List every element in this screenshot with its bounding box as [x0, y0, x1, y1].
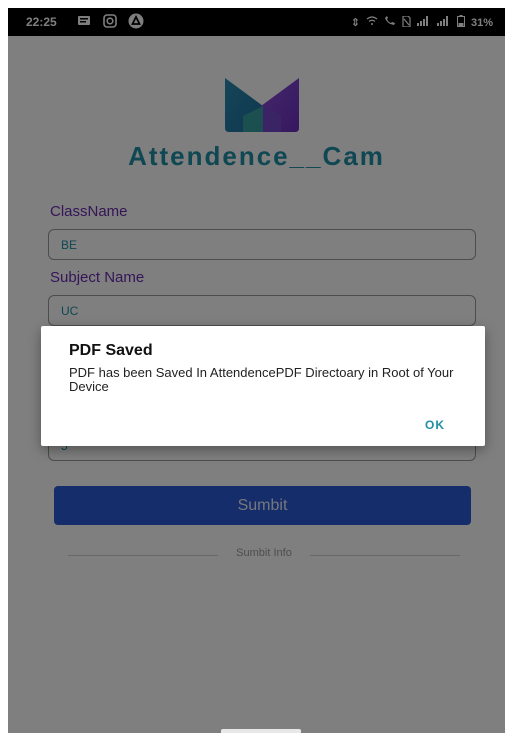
- gesture-nav-bar[interactable]: [221, 729, 301, 733]
- pdf-saved-dialog: PDF Saved PDF has been Saved In Attenden…: [41, 326, 485, 446]
- ok-button[interactable]: OK: [425, 418, 445, 432]
- dialog-title: PDF Saved: [69, 342, 153, 359]
- dialog-message: PDF has been Saved In AttendencePDF Dire…: [69, 365, 454, 394]
- phone-screen: 22:25 ⇕: [8, 8, 505, 733]
